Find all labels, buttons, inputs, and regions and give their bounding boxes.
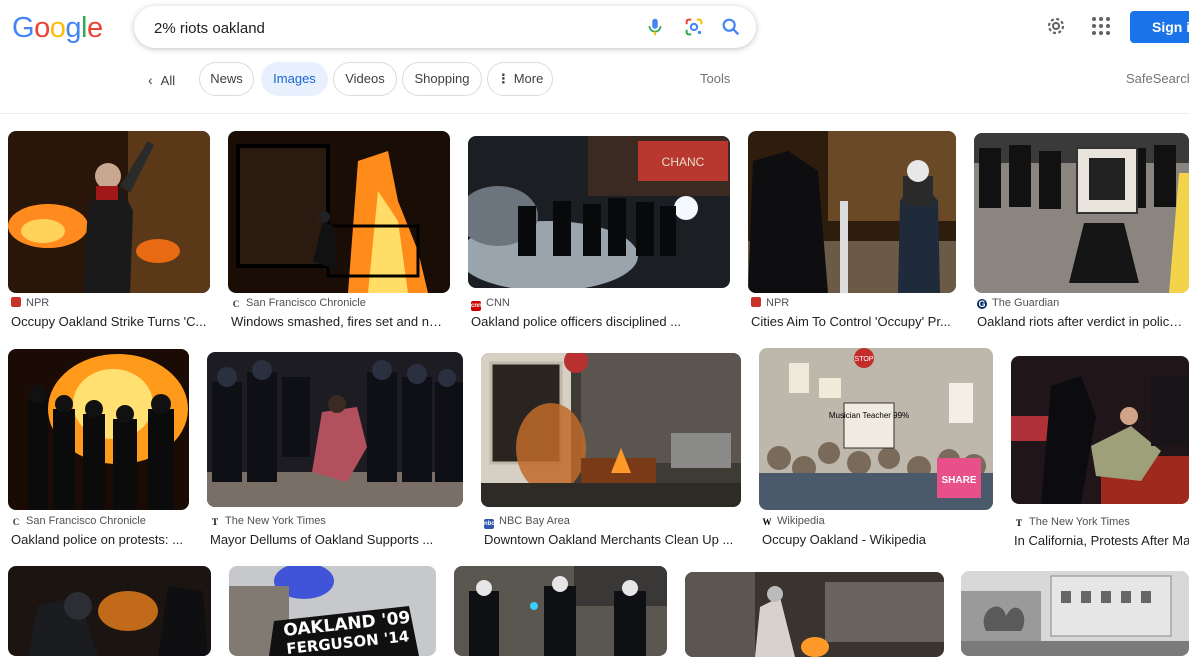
image-result[interactable]: G The Guardian Oakland riots after verdic… — [974, 133, 1189, 331]
musician-sign-text: Musician Teacher 99% — [829, 411, 909, 420]
tab-more[interactable]: ⋮ More — [487, 62, 553, 96]
result-thumbnail[interactable] — [685, 572, 944, 657]
result-thumbnail[interactable]: OAKLAND '09 FERGUSON '14 — [229, 566, 436, 656]
share-sign-text: SHARE — [941, 475, 976, 486]
result-title[interactable]: Oakland police on protests: ... — [11, 532, 189, 547]
result-title[interactable]: Oakland police officers disciplined ... — [471, 314, 721, 329]
nbc-favicon-icon: nbc — [484, 519, 495, 529]
image-result[interactable] — [685, 572, 944, 657]
settings-gear-icon[interactable] — [1044, 14, 1068, 38]
nytimes-favicon-icon: T — [210, 517, 220, 527]
search-input[interactable] — [152, 6, 626, 50]
tab-videos[interactable]: Videos — [333, 62, 397, 96]
result-title[interactable]: In California, Protests After Ma — [1014, 533, 1189, 548]
tab-news[interactable]: News — [199, 62, 254, 96]
result-thumbnail[interactable] — [228, 131, 450, 293]
result-title[interactable]: Windows smashed, fires set and no... — [231, 314, 447, 329]
image-result[interactable] — [961, 571, 1189, 656]
image-result[interactable]: NPR Occupy Oakland Strike Turns 'C... — [8, 131, 210, 331]
lens-camera-icon[interactable] — [683, 16, 705, 38]
result-thumbnail[interactable] — [8, 349, 189, 510]
result-thumbnail[interactable] — [8, 566, 211, 656]
tab-images[interactable]: Images — [261, 62, 328, 96]
result-thumbnail[interactable]: CHANC — [468, 136, 730, 288]
apps-grid-icon[interactable] — [1089, 14, 1113, 38]
result-thumbnail[interactable] — [1011, 356, 1189, 504]
result-title[interactable]: Mayor Dellums of Oakland Supports ... — [210, 532, 455, 547]
image-result[interactable]: nbc NBC Bay Area Downtown Oakland Merchan… — [481, 353, 741, 549]
sf-chronicle-favicon-icon: C — [231, 299, 241, 309]
image-result[interactable]: T The New York Times Mayor Dellums of Oak… — [207, 352, 463, 549]
search-box[interactable] — [134, 6, 756, 50]
result-thumbnail[interactable] — [481, 353, 741, 507]
google-logo[interactable]: Google — [12, 12, 103, 45]
image-result[interactable]: CHANC cnn CNN Oakland police officers dis… — [468, 136, 730, 331]
chevron-left-icon: ‹ — [148, 72, 153, 88]
microphone-icon[interactable] — [644, 16, 666, 38]
image-result[interactable]: Musician Teacher 99% SHARE STOP W Wikiped… — [759, 348, 993, 549]
image-result[interactable]: C San Francisco Chronicle Windows smashed… — [228, 131, 450, 331]
result-title[interactable]: Occupy Oakland Strike Turns 'C... — [11, 314, 207, 329]
nytimes-favicon-icon: T — [1014, 518, 1024, 528]
result-thumbnail[interactable] — [8, 131, 210, 293]
npr-favicon-icon — [751, 297, 761, 307]
sign-in-button[interactable]: Sign in — [1130, 11, 1189, 43]
result-title[interactable]: Downtown Oakland Merchants Clean Up ... — [484, 532, 736, 547]
chance-sign-text: CHANC — [662, 155, 705, 169]
guardian-favicon-icon: G — [977, 299, 987, 309]
sf-chronicle-favicon-icon: C — [11, 517, 21, 527]
safesearch-button[interactable]: SafeSearch — [1126, 62, 1189, 96]
image-result[interactable] — [8, 566, 211, 656]
tab-shopping[interactable]: Shopping — [402, 62, 482, 96]
image-result[interactable]: C San Francisco Chronicle Oakland police … — [8, 349, 189, 549]
result-thumbnail[interactable] — [207, 352, 463, 507]
result-thumbnail[interactable] — [454, 566, 667, 656]
search-icon[interactable] — [720, 16, 742, 38]
npr-favicon-icon — [11, 297, 21, 307]
tools-button[interactable]: Tools — [700, 62, 730, 96]
result-thumbnail[interactable] — [961, 571, 1189, 656]
image-result[interactable] — [454, 566, 667, 656]
tab-all[interactable]: ‹ All — [148, 62, 175, 98]
image-result[interactable]: OAKLAND '09 FERGUSON '14 — [229, 566, 436, 656]
result-thumbnail[interactable]: Musician Teacher 99% SHARE STOP — [759, 348, 993, 510]
stop-sign-text: STOP — [855, 356, 874, 363]
result-title[interactable]: Occupy Oakland - Wikipedia — [762, 532, 990, 547]
header-divider — [0, 113, 1189, 114]
cnn-favicon-icon: cnn — [471, 301, 482, 311]
image-result[interactable]: T The New York Times In California, Prote… — [1011, 356, 1189, 549]
image-result[interactable]: NPR Cities Aim To Control 'Occupy' Pr... — [748, 131, 956, 331]
result-thumbnail[interactable] — [974, 133, 1189, 293]
result-title[interactable]: Cities Aim To Control 'Occupy' Pr... — [751, 314, 951, 329]
result-thumbnail[interactable] — [748, 131, 956, 293]
more-vert-icon: ⋮ — [496, 71, 510, 86]
result-title[interactable]: Oakland riots after verdict in police ..… — [977, 314, 1189, 329]
wikipedia-favicon-icon: W — [762, 517, 772, 527]
